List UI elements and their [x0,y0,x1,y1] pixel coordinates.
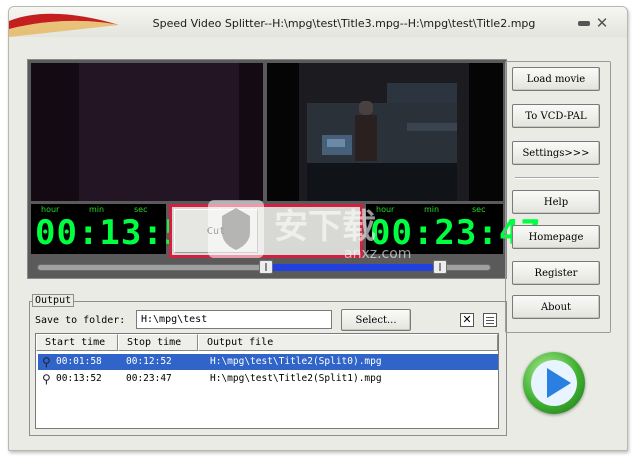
row-stop-time: 00:23:47 [126,373,172,384]
row-output-file: H:\mpg\test\Title2(Split1).mpg [210,373,382,384]
pin-icon: ⚲ [42,372,51,386]
column-stop-time[interactable]: Stop time [118,334,198,351]
start-marker-handle[interactable] [259,260,273,274]
save-folder-input[interactable] [136,310,332,329]
selected-range-bar [266,264,434,271]
list-item[interactable]: ⚲ 00:01:58 00:12:52 H:\mpg\test\Title2(S… [38,354,498,370]
close-icon: ✕ [595,14,609,32]
video-preview-right [267,63,503,201]
row-start-time: 00:13:52 [56,373,102,384]
play-icon [547,368,571,398]
close-button[interactable]: ✕ [593,14,611,32]
register-button[interactable]: Register [512,261,600,285]
row-stop-time: 00:12:52 [126,356,172,367]
output-legend: Output [32,294,75,307]
start-split-button[interactable] [523,352,585,414]
column-output-file[interactable]: Output file [198,334,498,351]
minimize-icon [578,20,590,26]
column-start-time[interactable]: Start time [36,334,118,351]
video-frame-image [267,63,503,201]
pin-icon: ⚲ [42,355,51,369]
help-button[interactable]: Help [512,190,600,214]
save-to-folder-label: Save to folder: [35,315,126,326]
row-start-time: 00:01:58 [56,356,102,367]
divider [515,177,599,179]
row-output-file: H:\mpg\test\Title2(Split0).mpg [210,356,382,367]
output-list[interactable]: Start time Stop time Output file ⚲ 00:01… [35,333,499,429]
app-window: Speed Video Splitter--H:\mpg\test\Title3… [8,6,628,451]
load-movie-button[interactable]: Load movie [512,67,600,91]
cut-button[interactable]: Cut [174,209,258,253]
end-marker-handle[interactable] [433,260,447,274]
video-preview-left [31,63,263,201]
list-item[interactable]: ⚲ 00:13:52 00:23:47 H:\mpg\test\Title2(S… [38,371,498,387]
to-vcd-pal-button[interactable]: To VCD-PAL [512,104,600,128]
start-timecode-display: hour min sec 00:13:52 [31,204,206,254]
list-view-button[interactable] [483,313,497,327]
end-timecode-display: hour min sec 00:23:47 [366,204,541,254]
minimize-button[interactable] [575,16,593,30]
homepage-button[interactable]: Homepage [512,225,600,249]
window-title: Speed Video Splitter--H:\mpg\test\Title3… [152,17,536,30]
cut-panel: Cut [169,204,363,258]
clear-list-button[interactable]: ✕ [460,313,474,327]
list-header: Start time Stop time Output file [36,334,498,351]
title-bar[interactable]: Speed Video Splitter--H:\mpg\test\Title3… [9,7,627,37]
settings-button[interactable]: Settings>>> [512,141,600,165]
about-button[interactable]: About [512,295,600,319]
select-folder-button[interactable]: Select... [341,309,411,331]
